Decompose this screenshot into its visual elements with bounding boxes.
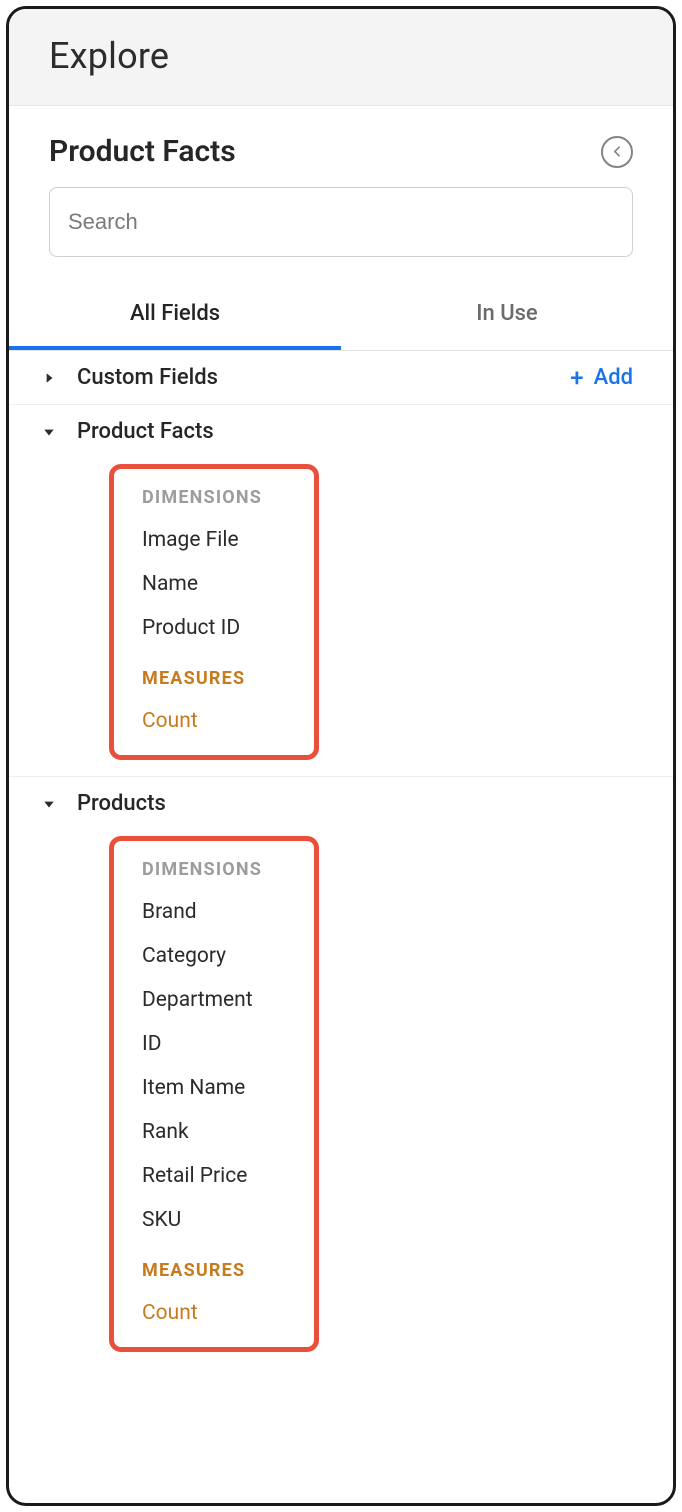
dimension-field[interactable]: Category bbox=[114, 934, 314, 978]
measure-field[interactable]: Count bbox=[114, 699, 314, 743]
dimension-field[interactable]: Rank bbox=[114, 1110, 314, 1154]
add-label: Add bbox=[594, 365, 633, 390]
search-container bbox=[9, 187, 673, 279]
dimension-field[interactable]: Item Name bbox=[114, 1066, 314, 1110]
section-label: Product Facts bbox=[77, 419, 633, 444]
dimension-field[interactable]: ID bbox=[114, 1022, 314, 1066]
search-input[interactable] bbox=[49, 187, 633, 257]
explore-header: Product Facts bbox=[9, 106, 673, 169]
caret-right-icon bbox=[42, 371, 56, 385]
highlight-box: DIMENSIONS Image File Name Product ID ME… bbox=[109, 464, 319, 760]
dimension-field[interactable]: Department bbox=[114, 978, 314, 1022]
highlight-box: DIMENSIONS Brand Category Department ID … bbox=[109, 836, 319, 1352]
dimension-field[interactable]: Product ID bbox=[114, 606, 314, 650]
explore-panel: Explore Product Facts All Fields In Use … bbox=[6, 6, 676, 1506]
section-header-products[interactable]: Products bbox=[9, 777, 673, 830]
dimension-field[interactable]: SKU bbox=[114, 1198, 314, 1242]
expand-toggle[interactable] bbox=[35, 425, 63, 439]
measures-heading: MEASURES bbox=[114, 1256, 314, 1291]
section-header-product-facts[interactable]: Product Facts bbox=[9, 405, 673, 458]
dimensions-heading: DIMENSIONS bbox=[114, 855, 314, 890]
expand-toggle[interactable] bbox=[35, 797, 63, 811]
section-body-products: DIMENSIONS Brand Category Department ID … bbox=[9, 830, 673, 1368]
custom-fields-row[interactable]: Custom Fields + Add bbox=[9, 351, 673, 405]
field-tabs: All Fields In Use bbox=[9, 279, 673, 351]
app-title: Explore bbox=[49, 35, 633, 77]
tab-in-use[interactable]: In Use bbox=[341, 279, 673, 350]
dimension-field[interactable]: Brand bbox=[114, 890, 314, 934]
tab-all-fields[interactable]: All Fields bbox=[9, 279, 341, 350]
custom-fields-label: Custom Fields bbox=[77, 365, 570, 390]
measures-heading: MEASURES bbox=[114, 664, 314, 699]
caret-down-icon bbox=[42, 425, 56, 439]
measure-field[interactable]: Count bbox=[114, 1291, 314, 1335]
dimension-field[interactable]: Retail Price bbox=[114, 1154, 314, 1198]
dimension-field[interactable]: Image File bbox=[114, 518, 314, 562]
dimension-field[interactable]: Name bbox=[114, 562, 314, 606]
topbar: Explore bbox=[9, 9, 673, 106]
expand-toggle[interactable] bbox=[35, 371, 63, 385]
section-label: Products bbox=[77, 791, 633, 816]
field-list: Custom Fields + Add Product Facts DIMENS… bbox=[9, 351, 673, 1368]
collapse-panel-button[interactable] bbox=[601, 136, 633, 168]
chevron-left-icon bbox=[611, 145, 624, 158]
dimensions-heading: DIMENSIONS bbox=[114, 483, 314, 518]
section-body-product-facts: DIMENSIONS Image File Name Product ID ME… bbox=[9, 458, 673, 777]
plus-icon: + bbox=[570, 366, 583, 390]
add-custom-field-button[interactable]: + Add bbox=[570, 365, 633, 390]
explore-title: Product Facts bbox=[49, 134, 236, 169]
caret-down-icon bbox=[42, 797, 56, 811]
